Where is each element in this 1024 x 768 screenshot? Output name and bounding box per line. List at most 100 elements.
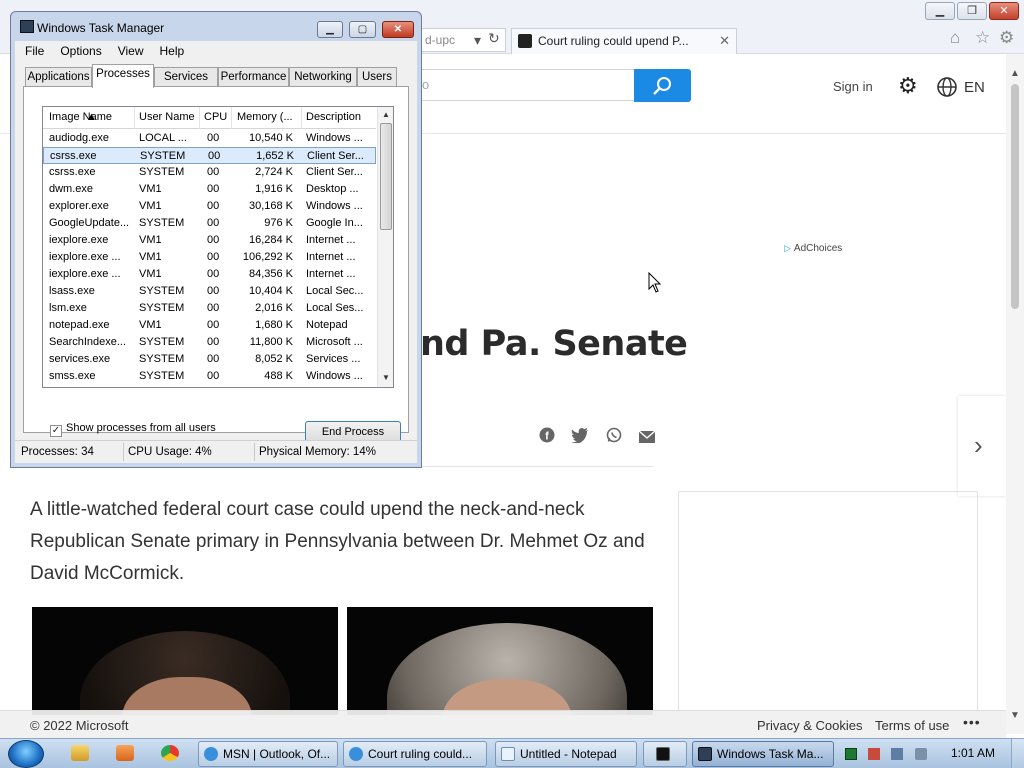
share-buttons: f [538, 427, 668, 448]
process-user: VM1 [139, 268, 162, 280]
scroll-up-icon[interactable]: ▲ [1010, 68, 1020, 79]
list-scroll-thumb[interactable] [380, 123, 392, 230]
scroll-down-icon[interactable]: ▼ [1010, 710, 1020, 721]
language-selector[interactable]: EN [964, 79, 985, 96]
tm-maximize-button[interactable]: ▢ [349, 21, 376, 38]
tools-gear-icon[interactable]: ⚙ [999, 28, 1014, 48]
home-icon[interactable]: ⌂ [950, 28, 960, 48]
task-manager-window[interactable]: Windows Task Manager ▁ ▢ ✕ File Options Vi… [10, 11, 422, 468]
process-row[interactable]: explorer.exe VM1 00 30,168 K Windows ... [43, 198, 376, 215]
tab-processes[interactable]: Processes [92, 64, 154, 88]
processes-tab-page: ▲ Image Name User Name CPU Memory (... D… [23, 86, 409, 443]
page-scrollbar[interactable]: ▲ ▼ [1006, 54, 1024, 734]
tm-minimize-button[interactable]: ▁ [317, 21, 343, 38]
menu-view[interactable]: View [108, 41, 150, 58]
tray-network-icon[interactable] [891, 748, 903, 760]
page-scroll-thumb[interactable] [1011, 84, 1019, 309]
process-row[interactable]: notepad.exe VM1 00 1,680 K Notepad [43, 317, 376, 334]
process-row[interactable]: iexplore.exe ... VM1 00 106,292 K Internet .… [43, 249, 376, 266]
menu-options[interactable]: Options [50, 41, 107, 58]
search-dropdown-icon[interactable]: ▾ [474, 32, 481, 49]
tab-performance[interactable]: Performance [218, 67, 289, 87]
whatsapp-icon[interactable] [605, 427, 623, 445]
media-player-quicklaunch-icon[interactable] [116, 745, 134, 761]
col-memory[interactable]: Memory (... [237, 111, 293, 123]
process-row[interactable]: iexplore.exe VM1 00 16,284 K Internet ... [43, 232, 376, 249]
start-button[interactable] [8, 740, 44, 768]
col-user-name[interactable]: User Name [139, 111, 195, 123]
menu-file[interactable]: File [15, 41, 50, 58]
taskbar: MSN | Outlook, Of... Court ruling could.… [0, 738, 1024, 768]
process-cpu: 00 [207, 166, 220, 178]
process-name: audiodg.exe [49, 132, 109, 144]
favorites-star-icon[interactable]: ☆ [975, 28, 990, 48]
process-row[interactable]: services.exe SYSTEM 00 8,052 K Services ... [43, 351, 376, 368]
process-row[interactable]: iexplore.exe ... VM1 00 84,356 K Internet ..… [43, 266, 376, 283]
minimize-button[interactable]: ▁ [925, 2, 955, 20]
taskbar-msn-outlook[interactable]: MSN | Outlook, Of... [198, 741, 338, 767]
close-window-button[interactable]: ✕ [989, 2, 1019, 20]
tray-volume-icon[interactable] [915, 748, 927, 760]
restore-button[interactable]: ❐ [957, 2, 987, 20]
process-user: VM1 [139, 251, 162, 263]
tab-networking[interactable]: Networking [289, 67, 357, 87]
tab-court-ruling[interactable]: Court ruling could upend P... ✕ [511, 28, 737, 54]
tray-flag-icon[interactable] [868, 748, 880, 760]
process-list-scrollbar[interactable]: ▲ ▼ [377, 107, 393, 387]
next-article-button[interactable]: › [958, 396, 1006, 496]
search-button[interactable] [634, 69, 691, 102]
col-cpu[interactable]: CPU [204, 111, 227, 123]
process-row[interactable]: csrss.exe SYSTEM 00 1,652 K Client Ser... [43, 147, 376, 164]
process-row[interactable]: smss.exe SYSTEM 00 488 K Windows ... [43, 368, 376, 385]
terms-link[interactable]: Terms of use [875, 718, 949, 733]
tray-perf-icon[interactable] [845, 748, 857, 760]
taskbar-notepad[interactable]: Untitled - Notepad [495, 741, 637, 767]
chrome-quicklaunch-icon[interactable] [161, 745, 179, 761]
search-input[interactable]: o [420, 69, 635, 101]
email-icon[interactable] [638, 430, 656, 448]
col-description[interactable]: Description [306, 111, 361, 123]
process-list[interactable]: ▲ Image Name User Name CPU Memory (... D… [42, 106, 394, 388]
tm-close-button[interactable]: ✕ [382, 21, 414, 38]
status-cpu: CPU Usage: 4% [128, 446, 212, 458]
taskbar-label: Windows Task Ma... [717, 747, 824, 761]
taskbar-court-ruling[interactable]: Court ruling could... [343, 741, 487, 767]
globe-icon[interactable] [936, 76, 958, 98]
process-name: iexplore.exe ... [49, 251, 121, 263]
process-row[interactable]: dwm.exe VM1 00 1,916 K Desktop ... [43, 181, 376, 198]
settings-gear-icon[interactable]: ⚙ [898, 75, 918, 97]
taskbar-clock[interactable]: 1:01 AM [951, 746, 995, 760]
taskbar-task-manager[interactable]: Windows Task Ma... [692, 741, 834, 767]
sign-in-link[interactable]: Sign in [833, 79, 873, 94]
checkbox-checked-icon[interactable]: ✓ [50, 425, 62, 437]
tab-applications[interactable]: Applications [25, 67, 92, 87]
process-row[interactable]: csrss.exe SYSTEM 00 2,724 K Client Ser... [43, 164, 376, 181]
menu-help[interactable]: Help [150, 41, 191, 58]
show-desktop-button[interactable] [1011, 739, 1024, 768]
twitter-icon[interactable] [571, 428, 589, 446]
process-name: csrss.exe [49, 166, 96, 178]
process-row[interactable]: GoogleUpdate... SYSTEM 00 976 K Google In... [43, 215, 376, 232]
refresh-icon[interactable]: ↻ [488, 30, 500, 47]
taskbar-cmd[interactable] [643, 741, 687, 767]
close-tab-icon[interactable]: ✕ [719, 29, 730, 53]
list-scroll-up-icon[interactable]: ▲ [382, 110, 390, 119]
privacy-link[interactable]: Privacy & Cookies [757, 718, 862, 733]
search-icon [653, 77, 671, 95]
tab-services[interactable]: Services [154, 67, 218, 87]
show-all-users-checkbox[interactable]: ✓ Show processes from all users [50, 422, 216, 437]
process-row[interactable]: SearchIndexe... SYSTEM 00 11,800 K Microsoft… [43, 334, 376, 351]
facebook-icon[interactable]: f [538, 427, 556, 445]
taskbar-label: MSN | Outlook, Of... [223, 747, 331, 761]
list-scroll-down-icon[interactable]: ▼ [382, 373, 390, 382]
ad-panel [678, 491, 978, 721]
tab-users[interactable]: Users [357, 67, 397, 87]
process-row[interactable]: lsass.exe SYSTEM 00 10,404 K Local Sec... [43, 283, 376, 300]
col-image-name[interactable]: Image Name [49, 111, 112, 123]
adchoices-link[interactable]: ▷ AdChoices [784, 243, 842, 254]
more-options-icon[interactable]: ••• [963, 714, 981, 730]
process-row[interactable]: lsm.exe SYSTEM 00 2,016 K Local Ses... [43, 300, 376, 317]
explorer-quicklaunch-icon[interactable] [71, 745, 89, 761]
process-row[interactable]: audiodg.exe LOCAL ... 00 10,540 K Windows ..… [43, 130, 376, 147]
process-user: SYSTEM [139, 285, 185, 297]
